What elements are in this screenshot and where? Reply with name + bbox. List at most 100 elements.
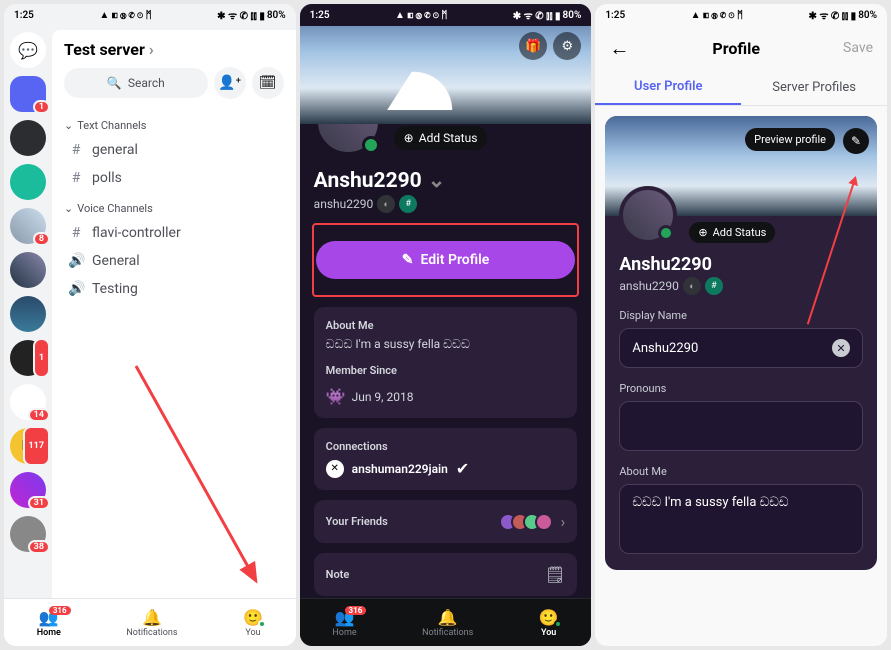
connections-label: Connections [326,440,566,453]
category-text[interactable]: ⌄Text Channels [64,119,284,132]
server-item[interactable] [10,164,46,200]
pronouns-label: Pronouns [619,382,863,395]
status-glyphs: ▲ ◧ Ⓝ ✆ ⊙ ᛗ [691,10,743,21]
edit-banner-button[interactable]: ✎ [843,128,869,154]
hash-icon: # [68,225,84,241]
avatar-icon: 🙂 [243,608,263,627]
speaker-icon: 🔊 [68,253,84,269]
about-label: About Me [326,319,566,332]
add-status-button[interactable]: ⊕Add Status [394,126,488,150]
server-item[interactable]: 38 [10,516,46,552]
settings-button[interactable]: ⚙ [553,32,581,60]
connections-card[interactable]: Connections ✕ anshuman229jain ✔ [314,428,578,490]
status-bar: 1:25 ▲ ◧ Ⓝ ✆ ⊙ ᛗ ✱ ᯤ ✆ ⫾⫾ ▮80% [4,4,296,26]
profile-tabs: User Profile Server Profiles [595,70,887,106]
edit-profile-button[interactable]: ✎Edit Profile [316,241,576,279]
home-icon: 👥316 [39,608,59,627]
invite-button[interactable]: 👤⁺ [214,67,246,99]
tab-user-profile[interactable]: User Profile [595,70,741,105]
about-text: ඩඩඩ I'm a sussy fella ඩඩඩ [326,337,566,352]
verified-icon: ✔ [456,459,469,478]
tag-chip: # [399,195,417,213]
friends-card[interactable]: Your Friends › [314,500,578,543]
xbox-icon: ✕ [326,460,344,478]
chevron-down-icon[interactable]: ⌄ [428,168,446,193]
nav-you[interactable]: 🙂 You [243,608,263,638]
category-voice[interactable]: ⌄Voice Channels [64,202,284,215]
tab-server-profiles[interactable]: Server Profiles [741,70,887,105]
annotation-highlight: ✎Edit Profile [312,223,580,297]
nav-home[interactable]: 👥316 Home [332,608,356,638]
badge-chip: ◐ [377,195,395,213]
channel-item[interactable]: #general [64,136,284,164]
about-me-input[interactable]: ඩඩඩ I'm a sussy fella ඩඩඩ [619,484,863,554]
search-input[interactable]: 🔍 Search [64,68,208,98]
chevron-down-icon: ⌄ [64,119,73,132]
about-card: About Me ඩඩඩ I'm a sussy fella ඩඩඩ Membe… [314,307,578,418]
server-item[interactable]: M117 [10,428,46,464]
status-bar: 1:25 ▲ ◧ Ⓝ ✆ ⊙ ᛗ ✱ ᯤ ✆ ⫾⫾ ▮80% [300,4,592,26]
status-right: ✱ ᯤ ✆ ⫾⫾ ▮80% [513,8,582,22]
search-icon: 🔍 [107,76,122,90]
server-item[interactable] [10,120,46,156]
channel-item[interactable]: #polls [64,164,284,192]
chat-icon: 💬 [18,41,38,60]
add-status-button[interactable]: ⊕Add Status [689,222,775,243]
dm-button[interactable]: 💬 [10,32,46,68]
plus-icon: ⊕ [698,226,707,239]
gift-button[interactable]: 🎁 [519,32,547,60]
screen-profile: 1:25 ▲ ◧ Ⓝ ✆ ⊙ ᛗ ✱ ᯤ ✆ ⫾⫾ ▮80% 🎁 ⚙ ⊕Add … [300,4,592,646]
username: anshu2290 [619,279,679,293]
server-item[interactable] [10,252,46,288]
note-card[interactable]: Note 🗒 [314,553,578,596]
plus-icon: ⊕ [404,131,414,145]
channel-item[interactable]: 🔊General [64,247,284,275]
chevron-right-icon: › [149,40,154,59]
nav-notifications[interactable]: 🔔 Notifications [422,608,473,638]
profile-preview-card: Preview profile ✎ ⊕Add Status Anshu2290 … [605,116,877,570]
server-item[interactable]: 8 [10,208,46,244]
nav-home[interactable]: 👥316 Home [37,608,61,638]
avatar-icon: 🙂 [539,608,559,627]
server-item-selected[interactable]: 1 [10,76,46,112]
friend-avatars [505,513,553,531]
bell-icon: 🔔 [142,608,162,627]
server-rail: 💬 1 8 1 14 M117 31 38 [4,26,52,598]
server-item[interactable] [10,296,46,332]
hash-icon: # [68,170,84,186]
display-name-label: Display Name [619,309,863,322]
preview-profile-button[interactable]: Preview profile [745,128,835,151]
back-button[interactable]: ← [609,36,629,61]
pronouns-input[interactable] [619,401,863,451]
channel-item[interactable]: 🔊Testing [64,275,284,303]
note-label: Note [326,568,350,581]
server-item[interactable]: 1 [10,340,46,376]
events-button[interactable]: 🗓 [252,67,284,99]
server-item[interactable]: 31 [10,472,46,508]
server-title[interactable]: Test server › [64,40,284,59]
avatar[interactable] [619,186,677,244]
server-item[interactable]: 14 [10,384,46,420]
pencil-icon: ✎ [402,252,414,268]
status-time: 1:25 [605,10,625,21]
connection-name: anshuman229jain [352,462,448,476]
nav-notifications[interactable]: 🔔 Notifications [126,608,177,638]
status-glyphs: ▲ ◧ Ⓝ ✆ ⊙ ᛗ [99,10,151,21]
add-user-icon: 👤⁺ [218,75,241,91]
gear-icon: ⚙ [562,39,574,54]
status-right: ✱ ᯤ ✆ ⫾⫾ ▮80% [217,8,286,22]
member-since-label: Member Since [326,364,566,377]
screen-server-channels: 1:25 ▲ ◧ Ⓝ ✆ ⊙ ᛗ ✱ ᯤ ✆ ⫾⫾ ▮80% 💬 1 8 1 1… [4,4,296,646]
friends-label: Your Friends [326,515,388,528]
clear-icon[interactable]: ✕ [832,339,850,357]
pencil-icon: ✎ [851,134,861,148]
badge-chip: ◐ [683,277,701,295]
speaker-icon: 🔊 [68,281,84,297]
nav-you[interactable]: 🙂 You [539,608,559,638]
display-name-input[interactable]: Anshu2290 ✕ [619,328,863,368]
page-title: Profile [712,39,760,58]
save-button[interactable]: Save [843,40,873,56]
channel-item[interactable]: #flavi-controller [64,219,284,247]
bottom-nav: 👥316 Home 🔔 Notifications 🙂 You [300,598,592,646]
home-icon: 👥316 [335,608,355,627]
